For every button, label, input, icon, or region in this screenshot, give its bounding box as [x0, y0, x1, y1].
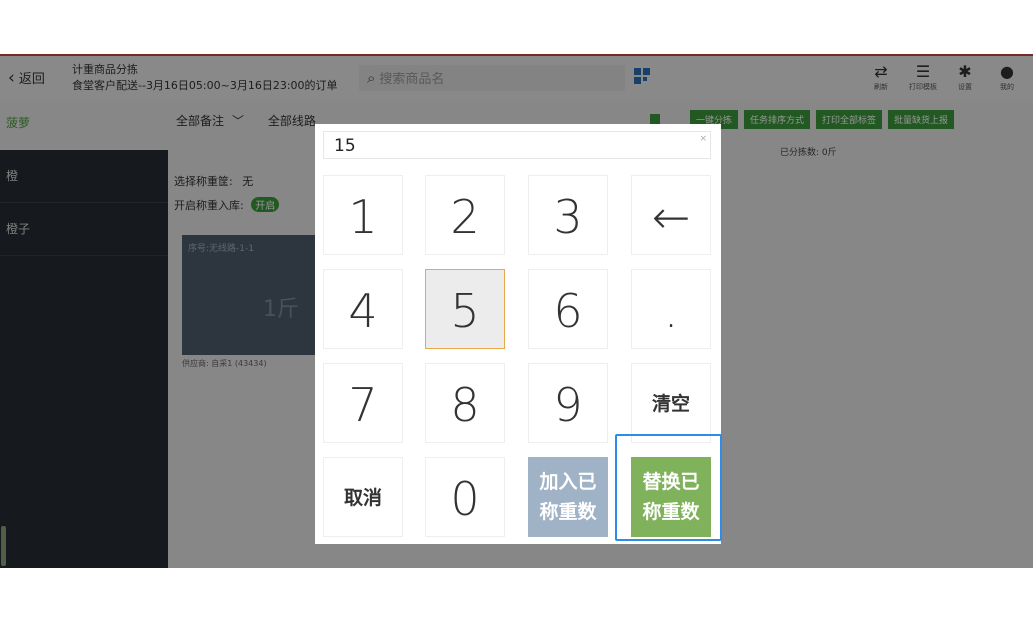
backspace-key[interactable]: ← [631, 175, 711, 255]
keypad-display[interactable]: 15 [323, 131, 711, 159]
decimal-key[interactable]: . [631, 269, 711, 349]
key-1[interactable]: 1 [323, 175, 403, 255]
add-weight-button[interactable]: 加入已 称重数 [528, 457, 608, 537]
key-5[interactable]: 5 [425, 269, 505, 349]
key-7[interactable]: 7 [323, 363, 403, 443]
key-6[interactable]: 6 [528, 269, 608, 349]
close-icon[interactable]: × [699, 134, 707, 144]
clear-button[interactable]: 清空 [631, 363, 711, 443]
key-8[interactable]: 8 [425, 363, 505, 443]
key-9[interactable]: 9 [528, 363, 608, 443]
key-2[interactable]: 2 [425, 175, 505, 255]
focus-ring [615, 434, 722, 541]
cancel-button[interactable]: 取消 [323, 457, 403, 537]
key-4[interactable]: 4 [323, 269, 403, 349]
key-0[interactable]: 0 [425, 457, 505, 537]
key-3[interactable]: 3 [528, 175, 608, 255]
